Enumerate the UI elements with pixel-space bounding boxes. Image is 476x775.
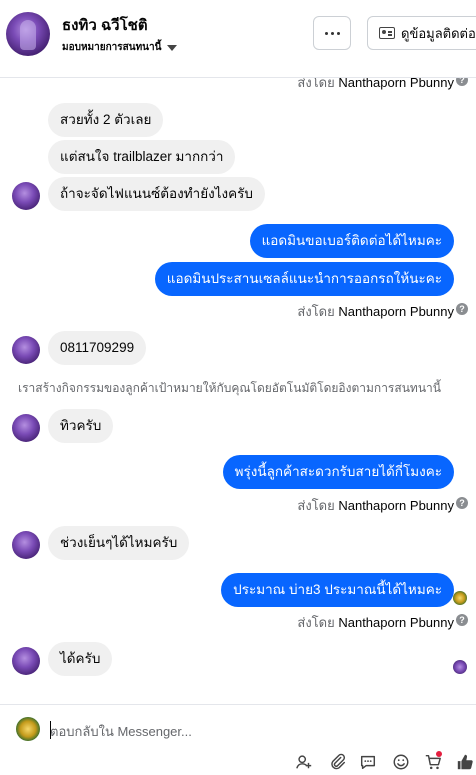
saved-replies-icon[interactable] — [359, 753, 377, 771]
cart-icon[interactable] — [424, 751, 442, 771]
sender-name: Nanthaporn Pbunny — [338, 304, 454, 319]
info-icon[interactable]: ? — [456, 78, 468, 86]
system-note: เราสร้างกิจกรรมของลูกค้าเป้าหมายให้กับคุ… — [18, 381, 441, 395]
sent-by-prefix: ส่งโดย — [297, 78, 335, 90]
outgoing-message[interactable]: แอดมินขอเบอร์ติดต่อได้ไหมคะ — [249, 224, 454, 258]
attach-icon[interactable] — [329, 753, 347, 771]
incoming-message[interactable]: ช่วงเย็นๆได้ไหมครับ — [48, 526, 190, 560]
incoming-message[interactable]: ถ้าจะจัดไฟแนนซ์ต้องทำยังไงครับ — [48, 177, 265, 211]
read-receipt-avatar — [453, 591, 467, 605]
view-contact-details-button[interactable]: ดูข้อมูลติดต่อ — [367, 16, 476, 50]
incoming-message[interactable]: ได้ครับ — [48, 642, 113, 676]
sent-by-prefix: ส่งโดย — [297, 498, 335, 513]
contact-avatar-small[interactable] — [12, 647, 40, 675]
incoming-message[interactable]: 0811709299 — [48, 331, 147, 365]
more-options-button[interactable] — [313, 16, 351, 50]
sent-by-prefix: ส่งโดย — [297, 304, 335, 319]
page-avatar — [16, 717, 40, 741]
assign-label: มอบหมายการสนทนานี้ — [62, 42, 162, 53]
contact-avatar[interactable] — [6, 12, 50, 56]
dot-icon — [330, 31, 334, 35]
incoming-message[interactable]: แต่สนใจ trailblazer มากกว่า — [48, 140, 236, 174]
sent-by-prefix: ส่งโดย — [297, 615, 335, 630]
sent-by-label: ส่งโดย Nanthaporn Pbunny — [297, 612, 454, 633]
like-icon[interactable] — [455, 753, 475, 771]
outgoing-message[interactable]: ประมาณ บ่าย3 ประมาณนี้ได้ไหมคะ — [221, 573, 454, 607]
info-icon[interactable]: ? — [456, 497, 468, 509]
contact-avatar-small[interactable] — [12, 336, 40, 364]
sent-by-label: ส่งโดย Nanthaporn Pbunny — [297, 78, 454, 93]
message-composer — [0, 704, 476, 775]
info-icon[interactable]: ? — [456, 303, 468, 315]
sender-name: Nanthaporn Pbunny — [338, 615, 454, 630]
incoming-message[interactable]: ทิวครับ — [48, 409, 114, 443]
reply-input[interactable] — [50, 721, 460, 741]
assign-conversation-dropdown[interactable]: มอบหมายการสนทนานี้ — [62, 40, 178, 55]
emoji-icon[interactable] — [392, 753, 410, 771]
view-contact-details-label: ดูข้อมูลติดต่อ — [401, 25, 476, 41]
sender-name: Nanthaporn Pbunny — [338, 498, 454, 513]
contact-card-icon — [379, 27, 395, 39]
notification-dot — [436, 751, 442, 757]
seen-receipt-avatar — [453, 660, 467, 674]
text-cursor — [50, 721, 51, 739]
caret-down-icon — [167, 44, 178, 51]
contact-name[interactable]: ธงทิว ฉวีโชติ — [62, 13, 148, 37]
contact-avatar-small[interactable] — [12, 182, 40, 210]
conversation-header: ธงทิว ฉวีโชติ มอบหมายการสนทนานี้ ดูข้อมู… — [0, 0, 476, 78]
sender-name: Nanthaporn Pbunny — [338, 78, 454, 90]
sent-by-label: ส่งโดย Nanthaporn Pbunny — [297, 495, 454, 516]
contact-avatar-small[interactable] — [12, 531, 40, 559]
message-thread[interactable]: ส่งโดย Nanthaporn Pbunny ? สวยทั้ง 2 ตัว… — [0, 78, 476, 704]
incoming-message[interactable]: สวยทั้ง 2 ตัวเลย — [48, 103, 164, 137]
contact-avatar-small[interactable] — [12, 414, 40, 442]
outgoing-message[interactable]: พรุ่งนี้ลูกค้าสะดวกรับสายได้กี่โมงคะ — [222, 455, 454, 489]
info-icon[interactable]: ? — [456, 614, 468, 626]
outgoing-message[interactable]: แอดมินประสานเซลล์แนะนำการออกรถให้นะคะ — [154, 262, 454, 296]
dot-icon — [324, 31, 328, 35]
dot-icon — [336, 31, 340, 35]
add-contact-icon[interactable] — [295, 753, 313, 771]
sent-by-label: ส่งโดย Nanthaporn Pbunny — [297, 301, 454, 322]
